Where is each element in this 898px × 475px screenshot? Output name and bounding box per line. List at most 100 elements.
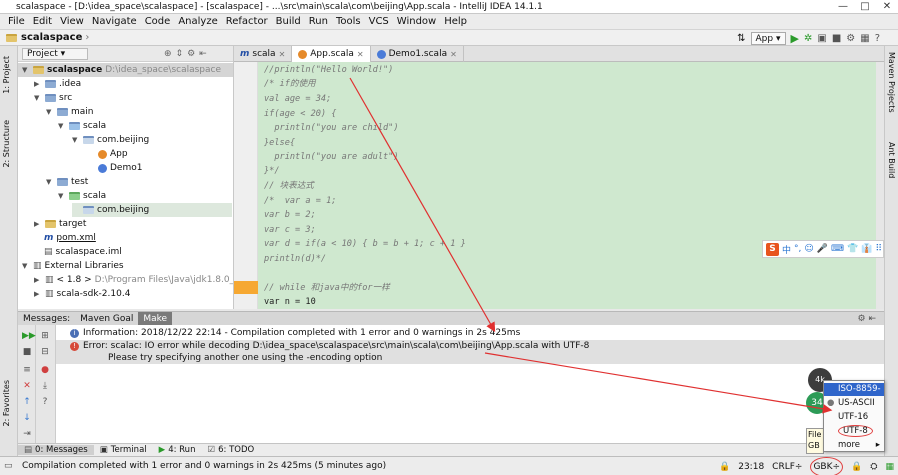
tree-item-scala-main[interactable]: ▼ scala	[58, 119, 106, 133]
filter-icon[interactable]: ≡	[22, 365, 32, 375]
collapse-all-icon[interactable]: ⊟	[40, 347, 50, 357]
menu-edit[interactable]: Edit	[29, 14, 56, 30]
help-icon[interactable]: ?	[40, 397, 50, 407]
stop-icon[interactable]: ■	[22, 347, 32, 357]
messages-settings-icon[interactable]: ⚙ ⇤	[858, 314, 876, 324]
rerun-icon[interactable]: ▶▶	[22, 331, 36, 341]
keyboard-icon[interactable]: ⌨	[831, 244, 844, 254]
project-view-select[interactable]: Project ▾	[22, 47, 88, 60]
tab-app-scala[interactable]: App.scala ✕	[292, 46, 371, 62]
encoding-option-iso-8859-1[interactable]: ISO-8859-1	[824, 383, 884, 407]
close-icon[interactable]: ✕	[450, 47, 457, 62]
tree-item-external-libraries[interactable]: ▼ ▥ External Libraries	[18, 259, 124, 273]
gear-icon[interactable]: ⚙	[187, 49, 195, 59]
tree-item-jdk[interactable]: ▶ ▥ < 1.8 > D:\Program Files\Java\jdk1.8.0_…	[34, 273, 233, 287]
status-toggle-icon[interactable]: ▭	[4, 457, 13, 475]
tab-demo1-scala[interactable]: Demo1.scala ✕	[371, 46, 464, 62]
close-icon[interactable]: ✕	[279, 47, 286, 62]
tab-maven-goal[interactable]: Maven Goal	[75, 312, 138, 326]
tree-item-src[interactable]: ▼ src	[34, 91, 72, 105]
inspector-icon[interactable]: ⛭	[870, 458, 877, 475]
tree-item-scala-test[interactable]: ▼ scala	[58, 189, 106, 203]
menu-view[interactable]: View	[56, 14, 88, 30]
tree-item-com-beijing[interactable]: ▼ com.beijing	[72, 133, 149, 147]
stop-icon[interactable]: ■	[832, 33, 841, 44]
encoding-option-utf-16[interactable]: UTF-16	[824, 411, 884, 424]
line-separator[interactable]: CRLF÷	[772, 458, 802, 475]
lock-icon[interactable]: 🔒	[719, 458, 730, 475]
tab-ant-build[interactable]: Ant Build	[887, 142, 896, 178]
punctuation-icon[interactable]: °,	[794, 244, 801, 254]
collapse-icon[interactable]: ⇕	[176, 49, 184, 59]
tree-item-idea[interactable]: ▶ .idea	[34, 77, 81, 91]
menu-grid-icon[interactable]: ⠿	[875, 244, 882, 254]
info-message[interactable]: i Information: 2018/12/22 22:14 - Compila…	[70, 327, 520, 339]
expand-all-icon[interactable]: ⊞	[40, 331, 50, 341]
chinese-mode-icon[interactable]: 中	[782, 243, 791, 256]
help-icon[interactable]: ?	[875, 33, 880, 44]
tab-messages[interactable]: ▤ 0: Messages	[18, 445, 94, 455]
encoding-option-utf-8[interactable]: UTF-8	[824, 425, 884, 438]
up-icon[interactable]: ↑	[22, 397, 32, 407]
tab-todo[interactable]: ☑ 6: TODO	[201, 445, 260, 455]
debug-icon[interactable]: ✲	[804, 33, 812, 44]
tab-maven-projects[interactable]: Maven Projects	[887, 52, 896, 113]
error-message[interactable]: ! Error: scalac: IO error while decoding …	[70, 340, 589, 352]
hide-panel-icon[interactable]: ⇤	[199, 49, 207, 59]
menu-tools[interactable]: Tools	[332, 14, 365, 30]
minimize-button[interactable]: —	[832, 0, 854, 14]
tree-item-pom[interactable]: m pom.xml	[44, 231, 96, 245]
encoding-option-us-ascii[interactable]: ● US-ASCII	[824, 397, 884, 410]
settings-icon[interactable]: ⚙	[846, 33, 855, 44]
close-icon[interactable]: ✕	[357, 47, 364, 62]
menu-window[interactable]: Window	[393, 14, 440, 30]
menu-run[interactable]: Run	[305, 14, 332, 30]
menu-build[interactable]: Build	[272, 14, 305, 30]
down-icon[interactable]: ↓	[22, 413, 32, 423]
tree-item-scalaspace[interactable]: ▼ scalaspace D:\idea_space\scalaspace	[18, 63, 233, 77]
build-arrows-icon[interactable]: ⇅	[737, 33, 745, 44]
run-icon[interactable]: ▶	[791, 32, 799, 45]
encoding-option-more[interactable]: more ▸	[824, 439, 884, 452]
breadcrumb[interactable]: scalaspace	[21, 32, 82, 43]
sogou-logo-icon[interactable]: S	[766, 242, 779, 256]
menu-vcs[interactable]: VCS	[365, 14, 393, 30]
toolbox-icon[interactable]: 👔	[861, 244, 872, 254]
tab-favorites[interactable]: 2: Favorites	[2, 380, 11, 426]
editor-scrollbar[interactable]	[876, 62, 884, 309]
code-editor[interactable]: //println("Hello World!") /* if的使用 val a…	[258, 62, 876, 309]
tree-item-main[interactable]: ▼ main	[46, 105, 94, 119]
tree-item-demo1[interactable]: Demo1	[98, 161, 142, 175]
tab-run[interactable]: ▶ 4: Run	[153, 445, 202, 455]
close-icon[interactable]: ✕	[22, 381, 32, 391]
menu-file[interactable]: File	[4, 14, 29, 30]
export-icon[interactable]: ⤓	[40, 381, 50, 391]
encoding-selector[interactable]: GBK÷	[810, 457, 844, 475]
tree-item-iml[interactable]: ▤ scalaspace.iml	[44, 245, 122, 259]
emoji-icon[interactable]: ☺	[804, 244, 813, 254]
sync-icon[interactable]: ⊕	[164, 49, 172, 59]
tree-item-com-beijing-test[interactable]: com.beijing	[72, 203, 232, 217]
tree-item-scala-sdk[interactable]: ▶ ▥ scala-sdk-2.10.4	[34, 287, 130, 301]
tab-terminal[interactable]: ▣ Terminal	[94, 445, 153, 455]
lock-file-icon[interactable]: 🔒	[851, 458, 862, 475]
tab-make[interactable]: Make	[138, 311, 173, 326]
menu-refactor[interactable]: Refactor	[222, 14, 272, 30]
cursor-position[interactable]: 23:18	[738, 458, 764, 475]
event-log-icon[interactable]: ▦	[885, 458, 894, 475]
export-icon[interactable]: ⇥	[22, 429, 32, 439]
skin-icon[interactable]: 👕	[847, 244, 858, 254]
menu-help[interactable]: Help	[440, 14, 471, 30]
project-structure-icon[interactable]: ▦	[860, 33, 869, 44]
menu-code[interactable]: Code	[141, 14, 175, 30]
tab-structure[interactable]: 2: Structure	[2, 120, 11, 168]
menu-analyze[interactable]: Analyze	[174, 14, 221, 30]
close-window-button[interactable]: ✕	[876, 0, 898, 14]
maximize-button[interactable]: □	[854, 0, 876, 14]
tree-item-target[interactable]: ▶ target	[34, 217, 86, 231]
tab-project[interactable]: 1: Project	[2, 56, 11, 94]
tab-scala[interactable]: m scala ✕	[234, 46, 293, 62]
voice-icon[interactable]: 🎤	[817, 244, 828, 254]
error-filter-icon[interactable]: ●	[40, 365, 50, 375]
coverage-icon[interactable]: ▣	[817, 33, 826, 44]
